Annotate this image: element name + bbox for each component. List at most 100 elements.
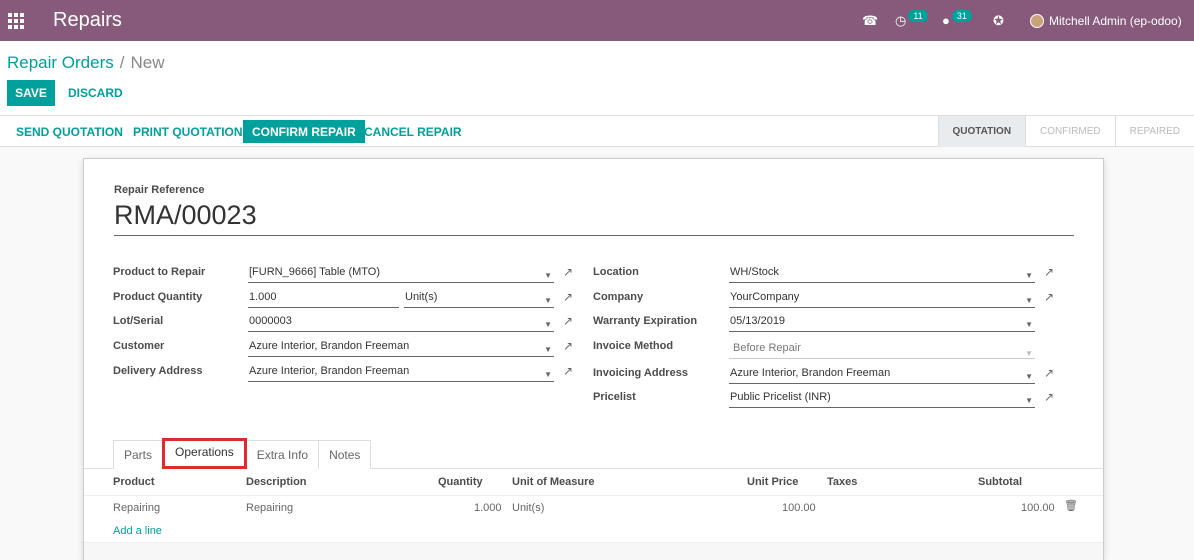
location-field[interactable]: WH/Stock ▼ [729,263,1035,283]
lot-serial-label: Lot/Serial [113,315,164,327]
add-line-link[interactable]: Add a line [113,525,162,537]
avatar [1030,13,1044,28]
cancel-repair-button[interactable]: CANCEL REPAIR [355,120,471,143]
product-to-repair-field[interactable]: [FURN_9666] Table (MTO) ▼ [248,263,554,283]
table-row[interactable]: Repairing Repairing 1.000 Unit(s) 100.00… [84,495,1103,519]
location-label: Location [593,266,639,278]
save-button[interactable]: SAVE [7,80,55,106]
location-value: WH/Stock [730,266,779,278]
status-bar: SEND QUOTATION PRINT QUOTATION CONFIRM R… [0,116,1194,147]
chevron-down-icon: ▼ [544,271,552,280]
stage-confirmed[interactable]: CONFIRMED [1025,116,1115,147]
app-title[interactable]: Repairs [53,9,122,32]
warranty-expiration-label: Warranty Expiration [593,315,698,327]
company-label: Company [593,291,644,303]
messaging-button[interactable]: ● 31 [942,0,972,41]
breadcrumb-current: New [130,53,165,72]
phone-icon: ☎ [862,12,879,28]
quantity-uom-field[interactable]: Unit(s) ▼ [404,288,554,308]
row-description: Repairing [246,502,294,514]
tab-parts[interactable]: Parts [113,440,164,469]
top-navbar: Repairs ☎ ◷ 11 ● 31 ✪ Mitchell Admin (ep… [0,0,1194,41]
operations-table-header: Product Description Quantity Unit of Mea… [84,469,1103,495]
table-footer [84,542,1103,560]
external-link-icon[interactable]: ↗ [563,339,573,353]
breadcrumb: Repair Orders / New [7,53,165,73]
user-name: Mitchell Admin (ep-odoo) [1049,13,1182,28]
external-link-icon[interactable]: ↗ [563,290,573,304]
product-to-repair-value: [FURN_9666] Table (MTO) [249,266,381,278]
lot-serial-value: 0000003 [249,315,292,327]
send-quotation-button[interactable]: SEND QUOTATION [7,120,132,143]
trash-icon[interactable]: 🗑 [1064,499,1078,512]
external-link-icon[interactable]: ↗ [563,265,573,279]
tab-operations[interactable]: Operations [162,438,247,469]
product-quantity-input[interactable]: 1.000 [248,288,399,308]
delivery-address-value: Azure Interior, Brandon Freeman [249,365,410,377]
company-field[interactable]: YourCompany ▼ [729,288,1035,308]
column-description[interactable]: Description [246,476,307,488]
chevron-down-icon: ▼ [1025,320,1033,329]
column-quantity[interactable]: Quantity [438,476,483,488]
print-quotation-button[interactable]: PRINT QUOTATION [124,120,252,143]
delivery-address-label: Delivery Address [113,365,203,377]
pricelist-label: Pricelist [593,391,636,403]
column-unit-of-measure[interactable]: Unit of Measure [512,476,595,488]
warranty-expiration-value: 05/13/2019 [730,315,786,327]
external-link-icon[interactable]: ↗ [1044,290,1054,304]
breadcrumb-repair-orders[interactable]: Repair Orders [7,53,114,72]
notebook-tabs: Parts Operations Extra Info Notes [113,438,372,469]
lot-serial-field[interactable]: 0000003 ▼ [248,312,554,332]
debug-button[interactable]: ✪ [993,0,1004,41]
chevron-down-icon: ▼ [1025,372,1033,381]
row-uom: Unit(s) [512,502,545,514]
control-panel: Repair Orders / New SAVE DISCARD [0,41,1194,116]
tab-notes[interactable]: Notes [318,440,372,469]
repair-reference-value: RMA/00023 [114,200,1074,236]
invoice-method-field[interactable]: Before Repair ▼ [729,337,1035,359]
external-link-icon[interactable]: ↗ [1044,265,1054,279]
discard-button[interactable]: DISCARD [62,80,129,106]
external-link-icon[interactable]: ↗ [563,314,573,328]
stage-quotation[interactable]: QUOTATION [937,116,1026,147]
confirm-repair-button[interactable]: CONFIRM REPAIR [243,120,365,143]
apps-grid-icon[interactable] [8,13,24,29]
external-link-icon[interactable]: ↗ [1044,390,1054,404]
product-quantity-value: 1.000 [249,291,277,303]
pricelist-field[interactable]: Public Pricelist (INR) ▼ [729,388,1035,408]
chevron-down-icon: ▼ [1025,271,1033,280]
chevron-down-icon: ▼ [544,320,552,329]
column-subtotal[interactable]: Subtotal [978,476,1022,488]
row-quantity: 1.000 [474,502,502,514]
activity-count-badge: 11 [908,9,928,22]
chat-count-badge: 31 [951,9,972,22]
row-unit-price: 100.00 [782,502,816,514]
breadcrumb-separator: / [119,53,125,72]
product-to-repair-label: Product to Repair [113,266,206,278]
external-link-icon[interactable]: ↗ [563,364,573,378]
activity-clock-icon: ◷ [895,12,907,28]
chevron-down-icon: ▼ [544,296,552,305]
customer-field[interactable]: Azure Interior, Brandon Freeman ▼ [248,337,554,357]
invoicing-address-field[interactable]: Azure Interior, Brandon Freeman ▼ [729,364,1035,384]
column-unit-price[interactable]: Unit Price [747,476,798,488]
stage-repaired[interactable]: REPAIRED [1114,116,1194,147]
activity-button[interactable]: ◷ 11 [895,0,928,41]
warranty-expiration-field[interactable]: 05/13/2019 ▼ [729,312,1035,332]
external-link-icon[interactable]: ↗ [1044,366,1054,380]
customer-value: Azure Interior, Brandon Freeman [249,340,410,352]
column-product[interactable]: Product [113,476,155,488]
repair-reference-label: Repair Reference [114,184,205,196]
column-taxes[interactable]: Taxes [827,476,857,488]
stage-indicator: QUOTATION CONFIRMED REPAIRED [937,116,1194,147]
delivery-address-field[interactable]: Azure Interior, Brandon Freeman ▼ [248,362,554,382]
company-value: YourCompany [730,291,800,303]
tab-extra-info[interactable]: Extra Info [245,440,320,469]
user-menu[interactable]: Mitchell Admin (ep-odoo) [1030,0,1182,41]
phone-button[interactable]: ☎ [862,0,878,41]
row-subtotal: 100.00 [1021,502,1055,514]
customer-label: Customer [113,340,165,352]
form-sheet: Repair Reference RMA/00023 Product to Re… [83,158,1104,560]
chevron-down-icon: ▼ [544,345,552,354]
invoice-method-label: Invoice Method [593,340,674,352]
